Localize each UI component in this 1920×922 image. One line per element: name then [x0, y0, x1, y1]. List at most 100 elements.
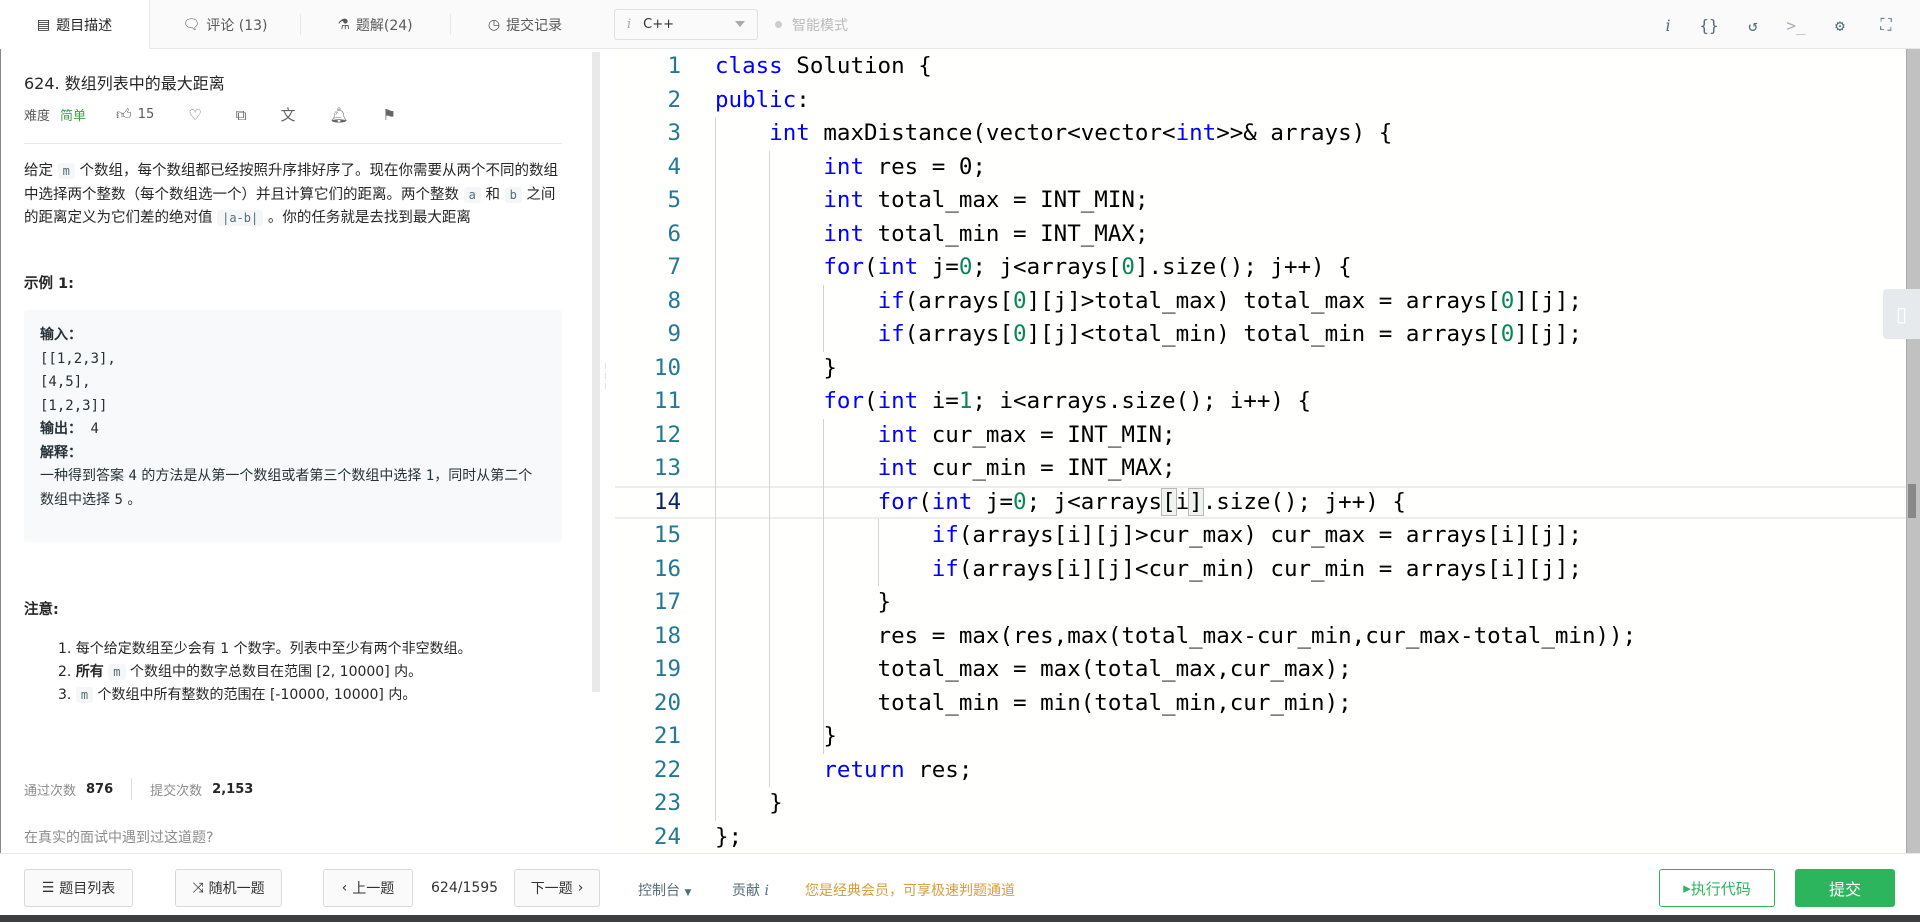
format-braces-icon[interactable]: {} — [1696, 12, 1722, 38]
text: 3. — [58, 687, 76, 703]
code-text: public: — [715, 86, 810, 113]
prev-problem-button[interactable]: ‹ 上一题 — [323, 869, 413, 907]
inline-code: |a-b| — [217, 210, 264, 226]
code-line[interactable]: 12 int cur_max = INT_MIN; — [615, 419, 1906, 453]
note-icon[interactable]: ▯ — [1883, 289, 1920, 339]
code-editor[interactable]: 1 class Solution { 2 public: 3 int maxDistan… — [615, 49, 1920, 853]
code-line[interactable]: 17 } — [615, 586, 1906, 620]
language-select[interactable]: i C++ — [614, 9, 758, 40]
tab-submissions[interactable]: ◷ 提交记录 — [450, 0, 600, 49]
code-text: total_max = max(total_max,cur_max); — [715, 656, 1352, 682]
label: 下一题 — [530, 881, 573, 897]
code-line[interactable]: 15 if(arrays[i][j]>cur_max) cur_max = ar… — [615, 519, 1906, 553]
tab-description[interactable]: ▤ 题目描述 — [0, 0, 150, 50]
code-line[interactable]: 1 class Solution { — [615, 50, 1906, 84]
line-number: 23 — [653, 790, 681, 816]
code-line[interactable]: 23 } — [615, 787, 1906, 821]
tab-solutions[interactable]: ⚗ 题解(24) — [300, 0, 450, 49]
text: 。你的任务就是去找到最大距离 — [263, 210, 471, 226]
code-text: class Solution { — [715, 53, 932, 79]
share-icon[interactable]: ⧉ — [236, 106, 247, 124]
language-value: C++ — [643, 17, 675, 32]
fullscreen-icon[interactable]: ⛶ — [1873, 12, 1899, 38]
difficulty-label: 难度 — [24, 109, 51, 124]
stats: 通过次数 876 提交次数 2,153 — [24, 778, 253, 800]
code-line[interactable]: 6 int total_min = INT_MAX; — [615, 218, 1906, 252]
interview-question-link[interactable]: 在真实的面试中遇到过这道题? — [24, 827, 213, 847]
heart-icon[interactable]: ♡ — [188, 106, 201, 124]
code-line[interactable]: 11 for(int i=1; i<arrays.size(); i++) { — [615, 385, 1906, 419]
text: 5 — [114, 491, 123, 508]
indent-guide — [823, 284, 825, 352]
label: 上一题 — [352, 881, 395, 897]
line-number: 14 — [653, 488, 681, 515]
editor-scrollbar[interactable] — [1906, 49, 1920, 853]
code-text: }; — [715, 823, 743, 850]
line-number: 8 — [667, 287, 681, 314]
label: 控制台 — [638, 883, 680, 899]
code-line[interactable]: 7 for(int j=0; j<arrays[0].size(); j++) … — [615, 251, 1906, 285]
terminal-icon[interactable]: >_ — [1783, 12, 1809, 38]
problem-scrollbar[interactable] — [592, 52, 600, 692]
code-line[interactable]: 18 res = max(res,max(total_max-cur_min,c… — [615, 620, 1906, 654]
text: 。 — [122, 491, 142, 508]
code-line[interactable]: 14 for(int j=0; j<arrays[i].size(); j++)… — [615, 485, 1906, 519]
inline-code: m — [57, 163, 75, 179]
line-number: 19 — [653, 656, 681, 682]
submit-button[interactable]: 提交 — [1795, 869, 1895, 907]
text: 个数组中的数字总数目在范围 [2, 10000] 内。 — [125, 664, 423, 680]
translate-icon[interactable]: 文 — [280, 104, 295, 125]
line-number: 15 — [653, 522, 681, 548]
code-line[interactable]: 20 total_min = min(total_min,cur_min); — [615, 687, 1906, 721]
drag-handle-icon[interactable]: ⁝ ⁝ ⁝ — [604, 362, 608, 392]
feedback-icon[interactable]: ⚑ — [383, 106, 396, 124]
code-line[interactable]: 21 } — [615, 720, 1906, 754]
code-line[interactable]: 19 total_max = max(total_max,cur_max); — [615, 653, 1906, 687]
code-line[interactable]: 5 int total_max = INT_MIN; — [615, 184, 1906, 218]
code-line[interactable]: 24}; — [615, 821, 1906, 854]
code-line[interactable]: 4 int res = 0; — [615, 151, 1906, 185]
line-number: 2 — [667, 86, 681, 113]
reset-icon[interactable]: ↺ — [1740, 12, 1766, 38]
code-text: int total_min = INT_MAX; — [823, 220, 1149, 247]
code-line[interactable]: 2 public: — [615, 84, 1906, 118]
text: 和 — [480, 186, 505, 203]
smart-mode-toggle[interactable]: 智能模式 — [775, 15, 848, 35]
tab-label: 题目描述 — [56, 18, 113, 34]
accepted-count: 876 — [86, 781, 114, 797]
scrollbar-thumb[interactable] — [1908, 484, 1916, 518]
next-problem-button[interactable]: 下一题 › — [514, 869, 600, 907]
thumbs-up-icon[interactable]: 👍︎ — [116, 105, 132, 124]
problem-list-button[interactable]: ☰ 题目列表 — [24, 869, 133, 907]
contribute-link[interactable]: 贡献 i — [732, 880, 769, 900]
settings-icon[interactable]: ⚙ — [1827, 12, 1853, 38]
line-number: 10 — [653, 354, 681, 381]
list-item: 3. m 个数组中所有整数的范围在 [-10000, 10000] 内。 — [58, 684, 472, 707]
text: 所有 — [75, 664, 104, 680]
code-line[interactable]: 3 int maxDistance(vector<vector<int>>& a… — [615, 117, 1906, 151]
inline-code: m — [108, 664, 126, 680]
info-icon[interactable]: i — [1655, 12, 1681, 38]
bell-icon[interactable]: 🔔︎ — [329, 106, 348, 124]
line-number: 17 — [653, 589, 681, 615]
code-line[interactable]: 13 int cur_min = INT_MAX; — [615, 452, 1906, 486]
example-heading: 示例 1: — [24, 276, 74, 292]
code-text: return res; — [823, 756, 973, 783]
note-heading: 注意: — [24, 602, 59, 618]
indent-guide — [769, 150, 771, 787]
code-line[interactable]: 16 if(arrays[i][j]<cur_min) cur_min = ar… — [615, 553, 1906, 587]
code-line[interactable]: 22 return res; — [615, 754, 1906, 788]
random-problem-button[interactable]: ⤨ 随机一题 — [175, 869, 282, 907]
code-line[interactable]: 9 if(arrays[0][j]<total_min) total_min =… — [615, 318, 1906, 352]
line-number: 13 — [653, 455, 681, 481]
run-code-button[interactable]: ▸ 执行代码 — [1659, 869, 1775, 907]
code-line[interactable]: 8 if(arrays[0][j]>total_max) total_max =… — [615, 285, 1906, 319]
console-toggle[interactable]: 控制台 ▼ — [638, 880, 691, 900]
tab-comments[interactable]: 🗨 评论 (13) — [150, 0, 300, 49]
text: 2. — [58, 664, 76, 680]
code-line[interactable]: 10 } — [615, 352, 1906, 386]
line-number: 1 — [667, 53, 681, 79]
info-icon: i — [627, 17, 632, 32]
shuffle-icon: ⤨ — [192, 880, 204, 896]
code-text: if(arrays[i][j]>cur_max) cur_max = array… — [931, 522, 1582, 548]
